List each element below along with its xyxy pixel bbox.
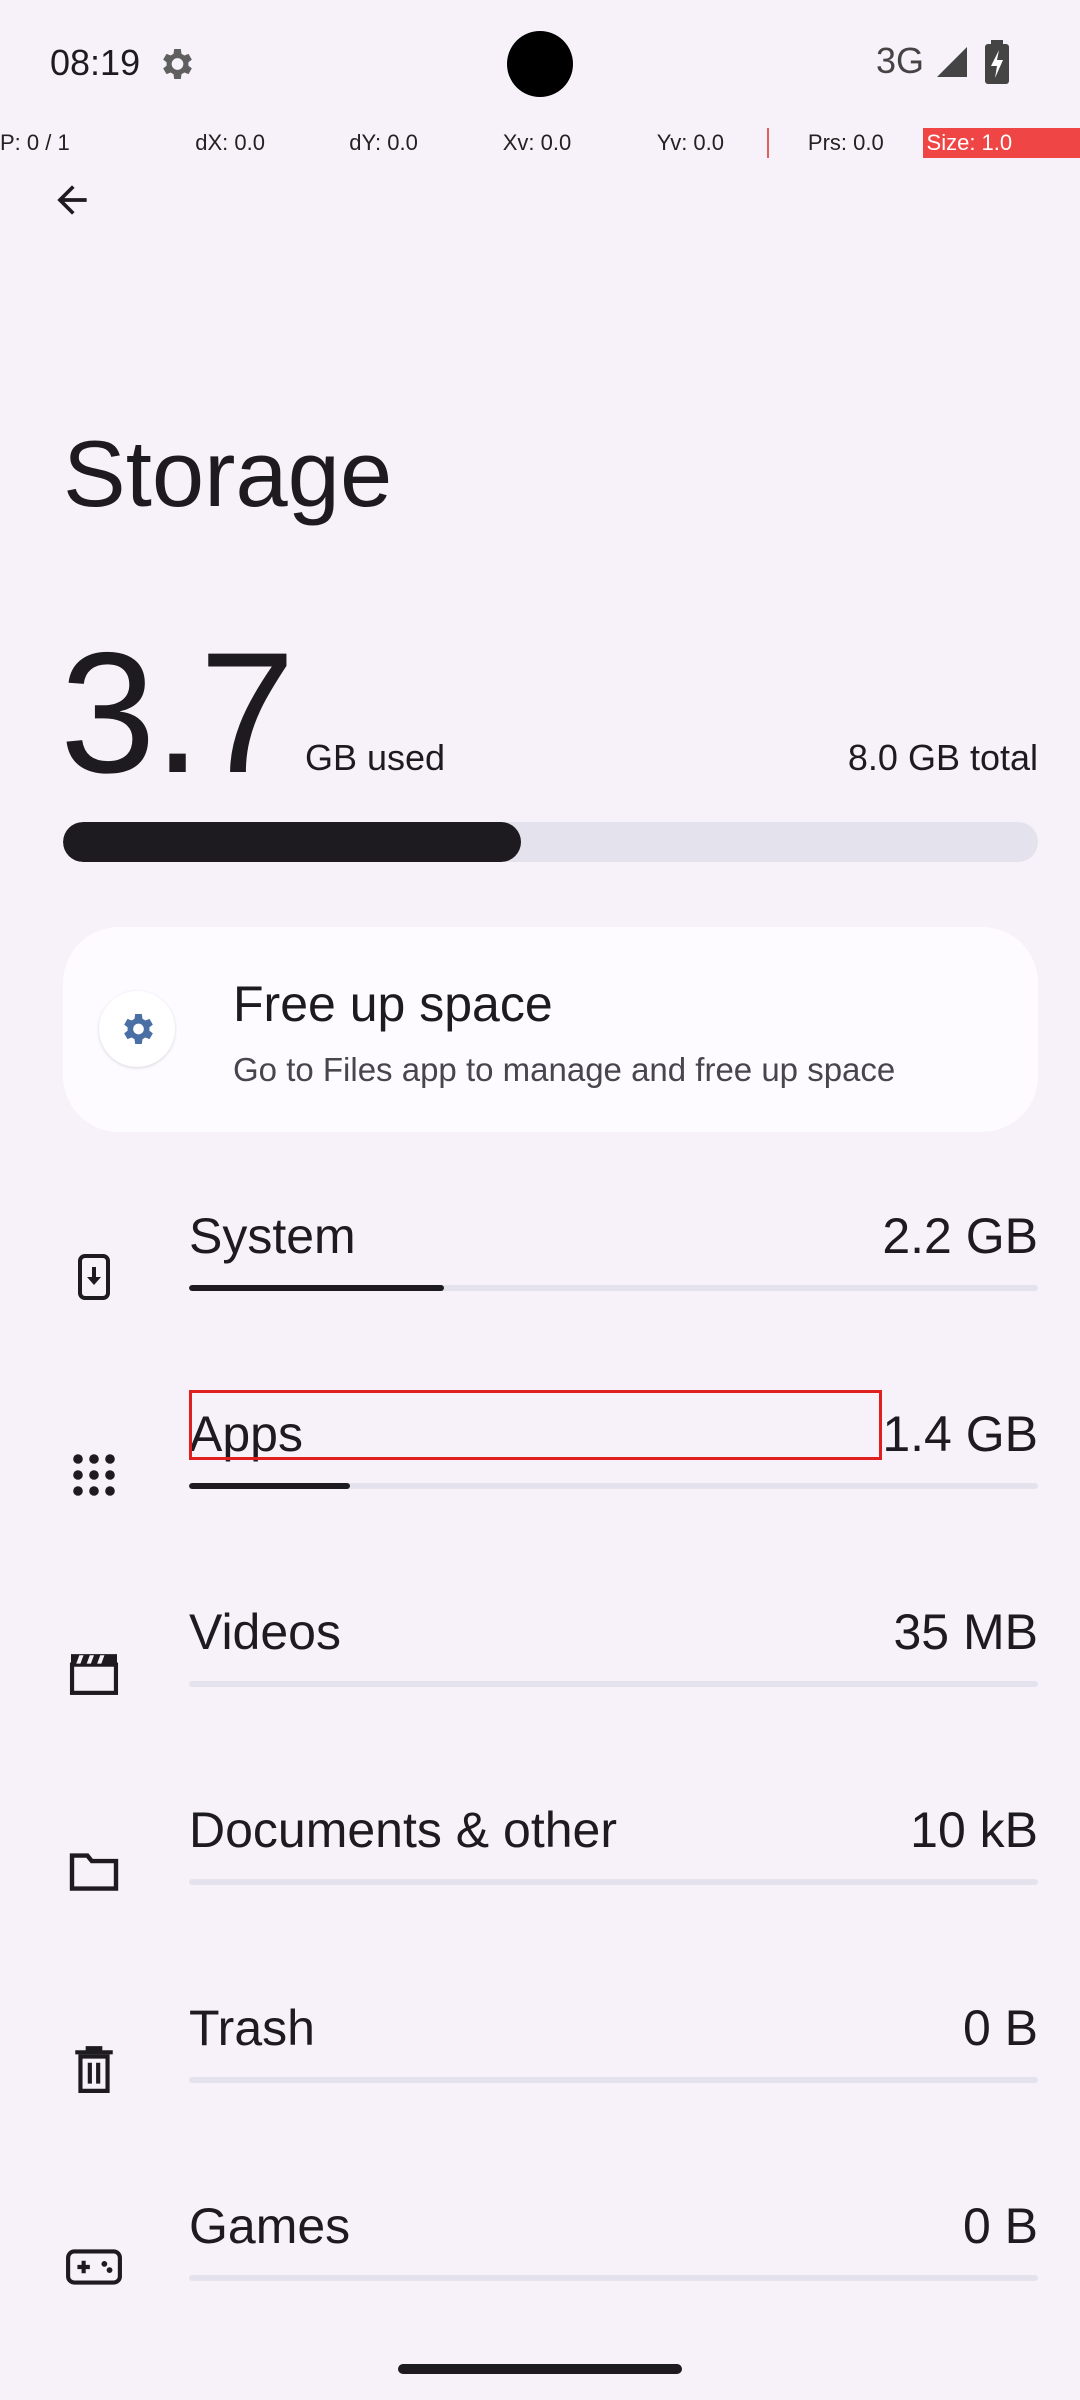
category-usage-bar <box>189 1879 1038 1885</box>
folder-icon <box>64 1841 124 1901</box>
debug-dx: dX: 0.0 <box>195 130 265 155</box>
debug-xv: Xv: 0.0 <box>502 130 572 155</box>
category-row-system[interactable]: System 2.2 GB <box>0 1197 1080 1395</box>
debug-size: Size: 1.0 <box>922 128 1080 158</box>
category-usage-bar <box>189 2077 1038 2083</box>
gesture-nav-handle[interactable] <box>398 2364 682 2374</box>
pointer-debug-overlay: P: 0 / 1 dX: 0.0 dY: 0.0 Xv: 0.0 Yv: 0.0… <box>0 128 1080 158</box>
category-usage-bar <box>189 1483 1038 1489</box>
back-button[interactable] <box>40 168 104 232</box>
total-storage-label: 8.0 GB total <box>847 737 1038 778</box>
debug-pointer: P: 0 / 1 <box>0 130 70 155</box>
category-label: Apps <box>189 1406 303 1462</box>
category-label: Documents & other <box>189 1802 617 1858</box>
category-size: 35 MB <box>893 1604 1038 1660</box>
network-type: 3G <box>876 40 925 81</box>
gamepad-icon <box>64 2237 124 2297</box>
category-row-documents[interactable]: Documents & other 10 kB <box>0 1791 1080 1989</box>
apps-grid-icon <box>64 1445 124 1505</box>
free-up-space-title: Free up space <box>233 976 553 1032</box>
category-size: 10 kB <box>910 1802 1038 1858</box>
page-title: Storage <box>63 421 393 526</box>
settings-gear-icon <box>163 49 192 79</box>
free-up-space-card[interactable]: Free up space Go to Files app to manage … <box>63 927 1038 1132</box>
category-label: Trash <box>189 2000 315 2056</box>
used-storage-value: 3.7 <box>60 617 295 809</box>
battery-charging-icon <box>985 40 1009 84</box>
movie-clapper-icon <box>64 1643 124 1703</box>
signal-icon <box>937 47 967 77</box>
storage-usage-bar <box>63 822 1038 862</box>
free-up-space-subtitle: Go to Files app to manage and free up sp… <box>233 1051 896 1088</box>
category-row-trash[interactable]: Trash 0 B <box>0 1989 1080 2187</box>
category-size: 0 B <box>962 2198 1038 2254</box>
used-storage-unit: GB used <box>305 737 446 778</box>
category-usage-bar <box>189 1681 1038 1687</box>
category-label: Games <box>189 2198 351 2254</box>
category-usage-bar <box>189 2275 1038 2281</box>
category-usage-bar-fill <box>189 1483 351 1489</box>
status-time: 08:19 <box>50 42 141 83</box>
category-row-videos[interactable]: Videos 35 MB <box>0 1593 1080 1791</box>
category-usage-bar <box>189 1285 1038 1291</box>
system-update-icon <box>64 1247 124 1307</box>
category-usage-bar-fill <box>189 1285 444 1291</box>
files-settings-icon <box>99 991 175 1067</box>
category-size: 0 B <box>962 2000 1038 2056</box>
trash-icon <box>64 2039 124 2099</box>
storage-usage-bar-fill <box>63 822 522 862</box>
status-bar: 08:19 3G <box>0 0 1080 128</box>
debug-prs: Prs: 0.0 <box>767 128 922 158</box>
category-size: 1.4 GB <box>882 1406 1038 1462</box>
camera-cutout <box>507 31 573 97</box>
category-label: Videos <box>189 1604 341 1660</box>
debug-yv: Yv: 0.0 <box>656 130 725 155</box>
category-row-apps[interactable]: Apps 1.4 GB <box>0 1395 1080 1593</box>
arrow-back-icon <box>57 185 87 215</box>
category-size: 2.2 GB <box>882 1208 1038 1264</box>
category-row-games[interactable]: Games 0 B <box>0 2187 1080 2385</box>
debug-dy: dY: 0.0 <box>349 130 418 155</box>
category-label: System <box>189 1208 356 1264</box>
